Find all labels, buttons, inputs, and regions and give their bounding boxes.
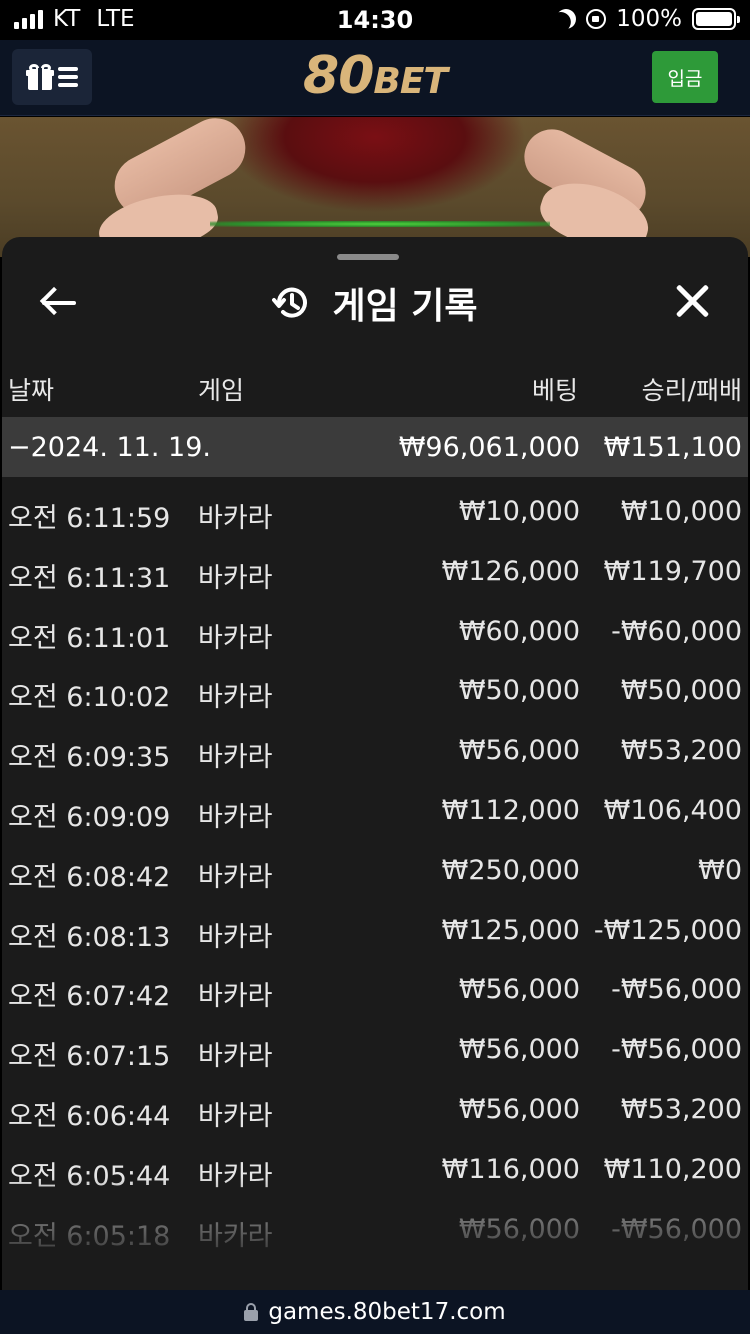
row-bet: ₩112,000	[441, 794, 580, 826]
history-row[interactable]: 오전 6:06:44 바카라 ₩56,000 ₩53,200	[2, 1081, 748, 1141]
date-group-row[interactable]: −2024. 11. 19. ₩96,061,000 ₩151,100	[2, 417, 748, 477]
row-time: 오전 6:08:42	[8, 861, 171, 893]
row-result: -₩60,000	[611, 615, 742, 647]
column-header-game: 게임	[198, 376, 245, 405]
row-result: -₩56,000	[611, 974, 742, 1006]
row-game: 바카라	[198, 562, 273, 594]
row-time: 오전 6:07:42	[8, 981, 171, 1013]
row-bet: ₩126,000	[441, 555, 580, 587]
row-result: ₩53,200	[620, 1093, 742, 1125]
row-bet: ₩56,000	[458, 1213, 580, 1245]
row-time: 오전 6:06:44	[8, 1100, 171, 1132]
history-list: 오전 6:11:59 바카라 ₩10,000 ₩10,000 오전 6:11:31 바카…	[2, 483, 748, 1260]
row-result: -₩56,000	[611, 1213, 742, 1245]
logo-number: 80	[303, 46, 374, 106]
group-date: −2024. 11. 19.	[8, 432, 211, 463]
rotation-lock-icon	[586, 9, 607, 29]
history-row[interactable]: 오전 6:08:13 바카라 ₩125,000 -₩125,000	[2, 902, 748, 962]
deposit-button[interactable]: 입금	[652, 51, 718, 103]
sheet-title: 게임 기록	[332, 286, 478, 327]
row-game: 바카라	[198, 861, 273, 893]
row-time: 오전 6:11:31	[8, 562, 171, 594]
row-time: 오전 6:11:01	[8, 622, 171, 654]
row-time: 오전 6:10:02	[8, 682, 171, 714]
history-row[interactable]: 오전 6:11:59 바카라 ₩10,000 ₩10,000	[2, 483, 748, 543]
row-result: ₩0	[698, 854, 742, 886]
history-row[interactable]: 오전 6:08:42 바카라 ₩250,000 ₩0	[2, 842, 748, 902]
sheet-header: 게임 기록	[2, 277, 748, 329]
row-game: 바카라	[198, 1220, 273, 1252]
row-bet: ₩116,000	[441, 1153, 580, 1185]
row-game: 바카라	[198, 682, 273, 714]
row-game: 바카라	[198, 1100, 273, 1132]
row-bet: ₩50,000	[458, 675, 580, 707]
row-game: 바카라	[198, 801, 273, 833]
moon-icon	[553, 5, 580, 32]
row-bet: ₩56,000	[458, 1034, 580, 1066]
history-row[interactable]: 오전 6:07:42 바카라 ₩56,000 -₩56,000	[2, 961, 748, 1021]
row-game: 바카라	[198, 1041, 273, 1073]
row-bet: ₩56,000	[458, 735, 580, 767]
logo[interactable]: 80BET	[0, 46, 750, 106]
row-result: ₩53,200	[620, 735, 742, 767]
row-bet: ₩10,000	[458, 496, 580, 527]
row-result: ₩10,000	[620, 496, 742, 527]
row-time: 오전 6:09:35	[8, 742, 171, 774]
row-result: -₩125,000	[593, 914, 742, 946]
row-time: 오전 6:05:18	[8, 1220, 171, 1252]
app-header: 80BET 입금	[0, 40, 750, 116]
history-icon	[272, 283, 312, 323]
row-game: 바카라	[198, 622, 273, 654]
row-time: 오전 6:11:59	[8, 503, 171, 534]
padlock-icon	[244, 1303, 259, 1321]
battery-icon	[692, 8, 740, 30]
column-headers: 날짜 게임 베팅 승리/패배	[2, 365, 748, 409]
column-header-result: 승리/패배	[641, 376, 742, 405]
history-row[interactable]: 오전 6:07:15 바카라 ₩56,000 -₩56,000	[2, 1021, 748, 1081]
close-button[interactable]	[674, 283, 710, 319]
game-history-sheet: 게임 기록 날짜 게임 베팅 승리/패배 −2024. 11. 19. ₩96,…	[2, 237, 748, 1290]
group-result-total: ₩151,100	[603, 432, 742, 463]
sheet-grabber[interactable]	[337, 254, 399, 260]
status-bar: KT LTE 14:30 100%	[0, 0, 750, 40]
row-time: 오전 6:07:15	[8, 1041, 171, 1073]
row-time: 오전 6:09:09	[8, 801, 171, 833]
live-video	[0, 117, 750, 257]
url-bar[interactable]: games.80bet17.com	[0, 1290, 750, 1334]
row-bet: ₩60,000	[458, 615, 580, 647]
history-row[interactable]: 오전 6:09:09 바카라 ₩112,000 ₩106,400	[2, 782, 748, 842]
column-header-date: 날짜	[8, 376, 55, 405]
row-result: -₩56,000	[611, 1034, 742, 1066]
row-result: ₩50,000	[620, 675, 742, 707]
logo-text: BET	[373, 61, 448, 102]
row-time: 오전 6:05:44	[8, 1160, 171, 1192]
history-row[interactable]: 오전 6:09:35 바카라 ₩56,000 ₩53,200	[2, 722, 748, 782]
status-right: 100%	[553, 5, 740, 32]
row-bet: ₩56,000	[458, 1093, 580, 1125]
column-header-bet: 베팅	[531, 376, 578, 405]
group-bet-total: ₩96,061,000	[398, 432, 580, 463]
row-game: 바카라	[198, 921, 273, 953]
row-bet: ₩250,000	[441, 854, 580, 886]
url-text: games.80bet17.com	[268, 1299, 506, 1325]
row-bet: ₩56,000	[458, 974, 580, 1006]
history-row[interactable]: 오전 6:05:44 바카라 ₩116,000 ₩110,200	[2, 1141, 748, 1201]
row-game: 바카라	[198, 503, 273, 534]
row-result: ₩106,400	[603, 794, 742, 826]
row-result: ₩119,700	[603, 555, 742, 587]
history-row[interactable]: 오전 6:11:01 바카라 ₩60,000 -₩60,000	[2, 603, 748, 663]
battery-percent: 100%	[616, 6, 682, 32]
history-row[interactable]: 오전 6:11:31 바카라 ₩126,000 ₩119,700	[2, 543, 748, 603]
row-game: 바카라	[198, 1160, 273, 1192]
row-time: 오전 6:08:13	[8, 921, 171, 953]
history-row[interactable]: 오전 6:05:18 바카라 ₩56,000 -₩56,000	[2, 1201, 748, 1261]
row-game: 바카라	[198, 981, 273, 1013]
row-result: ₩110,200	[603, 1153, 742, 1185]
row-game: 바카라	[198, 742, 273, 774]
history-row[interactable]: 오전 6:10:02 바카라 ₩50,000 ₩50,000	[2, 662, 748, 722]
row-bet: ₩125,000	[441, 914, 580, 946]
